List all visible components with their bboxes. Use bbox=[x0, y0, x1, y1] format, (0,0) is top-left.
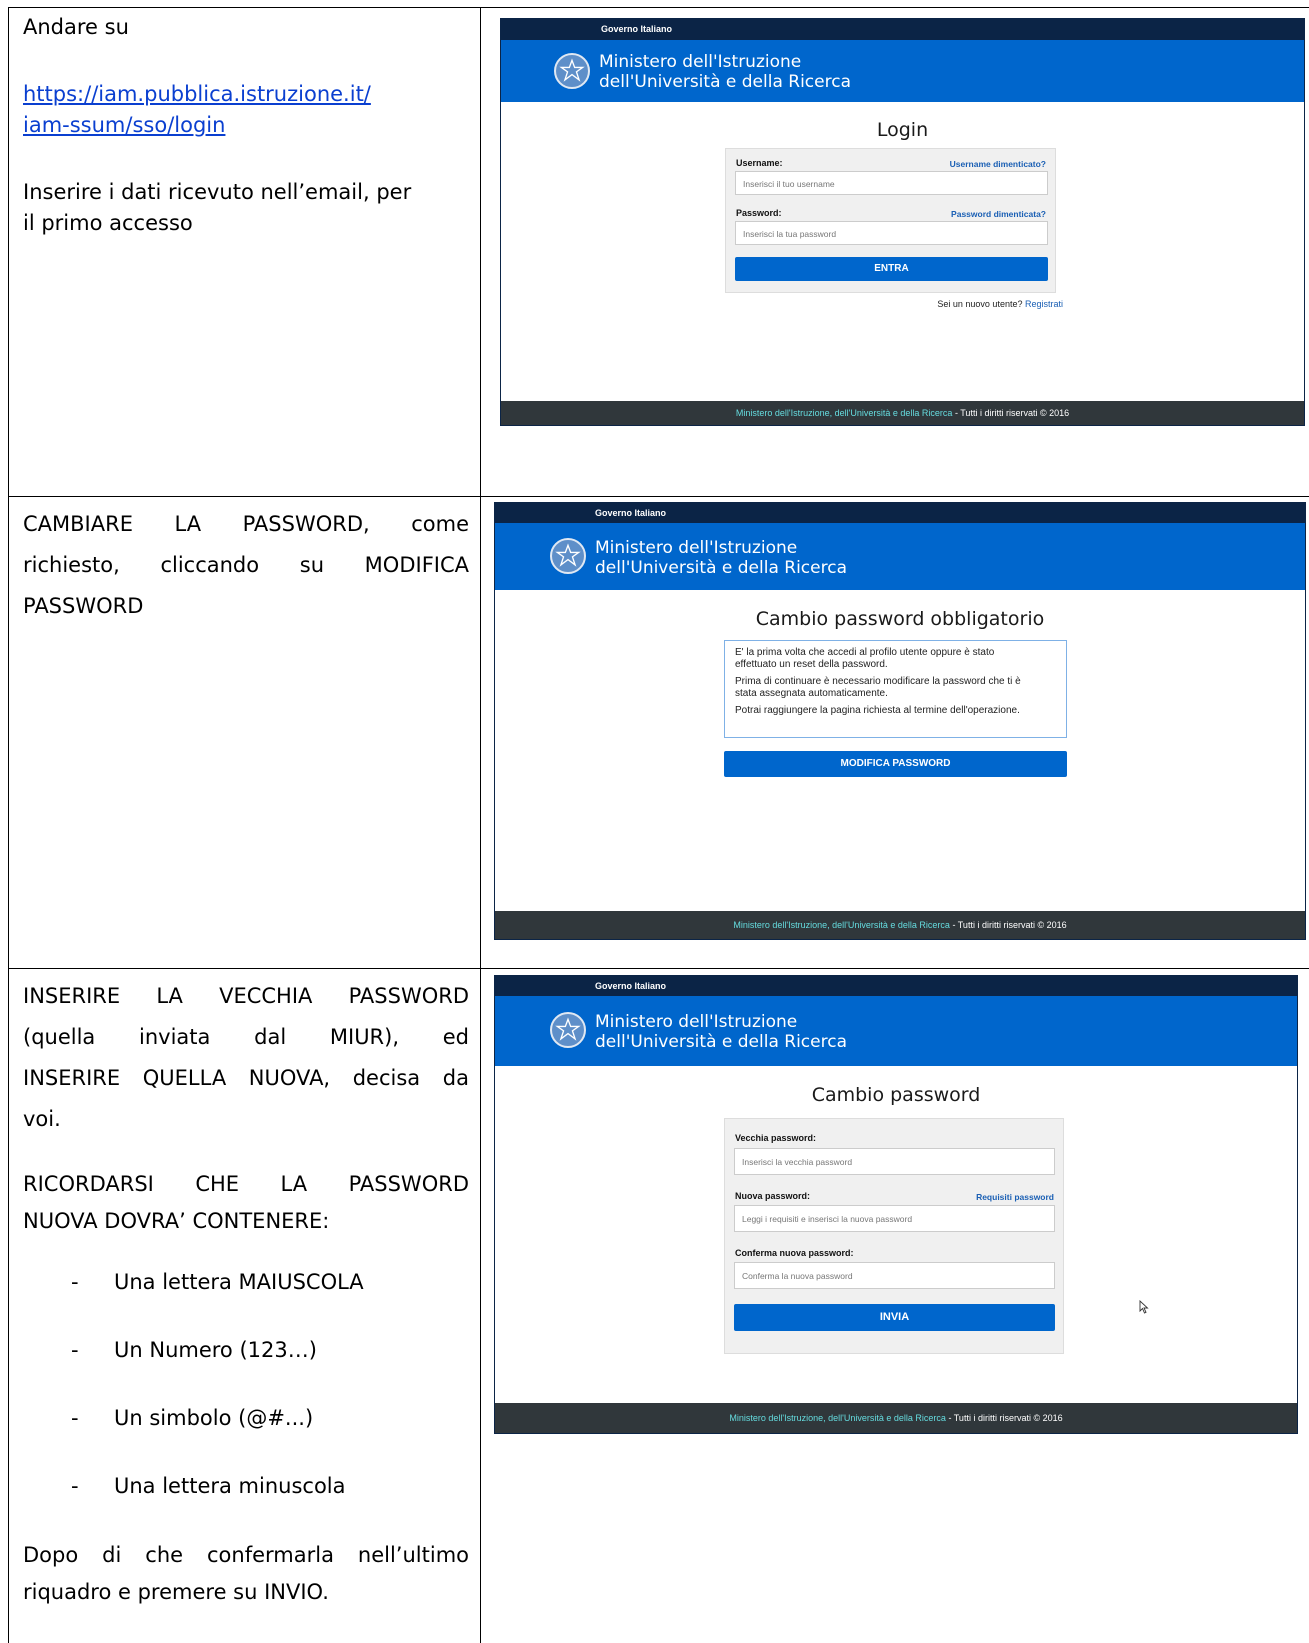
row3-p1-line1: INSERIRE LA VECCHIA PASSWORD bbox=[23, 984, 469, 1008]
row3-instructions: INSERIRE LA VECCHIA PASSWORD (quella inv… bbox=[23, 976, 469, 1611]
info-paragraph-3: Potrai raggiungere la pagina richiesta a… bbox=[735, 705, 1020, 716]
first-access-line2: il primo accesso bbox=[23, 211, 193, 235]
page-title: Login bbox=[876, 119, 929, 141]
login-form: Username: Username dimenticato? Inserisc… bbox=[725, 148, 1056, 293]
ministry-title: Ministero dell'Istruzione dell'Universit… bbox=[599, 52, 851, 92]
list-item: - Un Numero (123…) bbox=[71, 1338, 317, 1362]
info-box: E' la prima volta che accedi al profilo … bbox=[724, 640, 1067, 738]
footer-rights: - Tutti i diritti riservati © 2016 bbox=[954, 408, 1070, 418]
change-pwd-line3: PASSWORD bbox=[23, 594, 144, 618]
row3-p3-line1: Dopo di che confermarla nell’ultimo bbox=[23, 1543, 469, 1567]
site-footer: Ministero dell'Istruzione, dell'Universi… bbox=[495, 911, 1305, 939]
entra-button[interactable]: ENTRA bbox=[735, 257, 1048, 281]
mandatory-change-screenshot: Governo Italiano Ministero dell'Istruzio… bbox=[494, 502, 1306, 940]
republic-emblem-icon bbox=[554, 53, 590, 89]
new-password-input[interactable]: Leggi i requisiti e inserisci la nuova p… bbox=[734, 1205, 1055, 1232]
login-url-line2: iam-ssum/sso/login bbox=[23, 113, 226, 137]
republic-emblem-icon bbox=[550, 1012, 586, 1048]
list-item: - Una lettera minuscola bbox=[71, 1474, 346, 1498]
change-pwd-line2: richiesto, cliccando su MODIFICA bbox=[23, 553, 469, 577]
footer-ministry-link[interactable]: Ministero dell'Istruzione, dell'Universi… bbox=[736, 408, 953, 418]
old-password-input[interactable]: Inserisci la vecchia password bbox=[734, 1148, 1055, 1175]
old-password-label: Vecchia password: bbox=[735, 1133, 817, 1143]
ministry-title: Ministero dell'Istruzione dell'Universit… bbox=[595, 1012, 847, 1052]
register-link[interactable]: Registrati bbox=[1025, 299, 1063, 309]
column-divider bbox=[480, 7, 481, 1643]
footer-rights: - Tutti i diritti riservati © 2016 bbox=[952, 920, 1067, 930]
page-title: Cambio password obbligatorio bbox=[755, 608, 1045, 630]
password-input[interactable]: Inserisci la tua password bbox=[735, 221, 1048, 245]
login-url-link[interactable]: https://iam.pubblica.istruzione.it/ iam-… bbox=[23, 82, 371, 137]
login-screenshot: Governo Italiano Ministero dell'Istruzio… bbox=[500, 18, 1305, 426]
footer-ministry-link[interactable]: Ministero dell'Istruzione, dell'Universi… bbox=[733, 920, 950, 930]
change-password-screenshot: Governo Italiano Ministero dell'Istruzio… bbox=[494, 975, 1298, 1434]
list-item: - Un simbolo (@#...) bbox=[71, 1406, 314, 1430]
row3-p1-line4: voi. bbox=[23, 1107, 61, 1131]
row3-p2-line1: RICORDARSI CHE LA PASSWORD bbox=[23, 1172, 469, 1196]
gov-bar: Governo Italiano bbox=[495, 503, 1305, 523]
username-forgot-link[interactable]: Username dimenticato? bbox=[950, 159, 1046, 169]
page-title: Cambio password bbox=[811, 1084, 981, 1106]
invia-button[interactable]: INVIA bbox=[734, 1304, 1055, 1331]
change-pwd-line1: CAMBIARE LA PASSWORD, come bbox=[23, 512, 469, 536]
row1-instructions: Andare su https://iam.pubblica.istruzion… bbox=[23, 12, 469, 239]
change-password-form: Vecchia password: Inserisci la vecchia p… bbox=[724, 1118, 1064, 1354]
new-user-text: Sei un nuovo utente? bbox=[937, 299, 1023, 309]
first-access-line1: Inserire i dati ricevuto nell’email, per bbox=[23, 180, 412, 204]
gov-bar: Governo Italiano bbox=[501, 19, 1304, 40]
republic-emblem-icon bbox=[550, 538, 586, 574]
password-requirements-link[interactable]: Requisiti password bbox=[976, 1192, 1054, 1202]
row3-p3-line2: riquadro e premere su INVIO. bbox=[23, 1580, 329, 1604]
modifica-password-button[interactable]: MODIFICA PASSWORD bbox=[724, 751, 1067, 777]
login-url-line1: https://iam.pubblica.istruzione.it/ bbox=[23, 82, 371, 106]
row-divider-1 bbox=[8, 496, 1309, 497]
site-footer: Ministero dell'Istruzione, dell'Universi… bbox=[495, 1403, 1297, 1433]
mouse-cursor-icon bbox=[1139, 1300, 1149, 1314]
row3-p1-line2: (quella inviata dal MIUR), ed bbox=[23, 1025, 469, 1049]
table-border-top bbox=[8, 7, 1309, 8]
ministry-title: Ministero dell'Istruzione dell'Universit… bbox=[595, 538, 847, 578]
row3-p2-line2: NUOVA DOVRA’ CONTENERE: bbox=[23, 1209, 330, 1233]
site-footer: Ministero dell'Istruzione, dell'Universi… bbox=[501, 401, 1304, 425]
password-requirements-list: - Una lettera MAIUSCOLA - Un Numero (123…)… bbox=[23, 1267, 469, 1539]
info-paragraph-1: E' la prima volta che accedi al profilo … bbox=[735, 647, 995, 670]
table-border-left bbox=[8, 7, 9, 1643]
password-label: Password: bbox=[736, 208, 782, 218]
ministry-header: Ministero dell'Istruzione dell'Universit… bbox=[495, 996, 1297, 1066]
new-password-label: Nuova password: bbox=[735, 1191, 811, 1201]
row-divider-2 bbox=[8, 968, 1309, 969]
confirm-password-label: Conferma nuova password: bbox=[735, 1248, 854, 1258]
confirm-password-input[interactable]: Conferma la nuova password bbox=[734, 1262, 1055, 1289]
password-forgot-link[interactable]: Password dimenticata? bbox=[951, 209, 1046, 219]
new-user-line: Sei un nuovo utente? Registrati bbox=[937, 299, 1063, 309]
footer-rights: - Tutti i diritti riservati © 2016 bbox=[948, 1413, 1063, 1423]
ministry-header: Ministero dell'Istruzione dell'Universit… bbox=[495, 523, 1305, 590]
list-item: - Una lettera MAIUSCOLA bbox=[71, 1270, 364, 1294]
row2-instructions: CAMBIARE LA PASSWORD, come richiesto, cl… bbox=[23, 504, 469, 627]
intro-text: Andare su bbox=[23, 15, 129, 39]
gov-bar: Governo Italiano bbox=[495, 976, 1297, 996]
row3-p1-line3: INSERIRE QUELLA NUOVA, decisa da bbox=[23, 1066, 469, 1090]
footer-ministry-link[interactable]: Ministero dell'Istruzione, dell'Universi… bbox=[729, 1413, 946, 1423]
info-paragraph-2: Prima di continuare è necessario modific… bbox=[735, 676, 1021, 699]
username-label: Username: bbox=[736, 158, 783, 168]
username-input[interactable]: Inserisci il tuo username bbox=[735, 171, 1048, 195]
ministry-header: Ministero dell'Istruzione dell'Universit… bbox=[501, 40, 1304, 102]
